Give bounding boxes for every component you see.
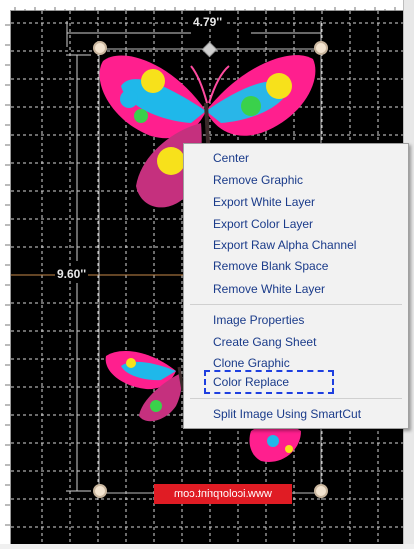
resize-handle-top-right[interactable] xyxy=(314,41,328,55)
menu-item-remove-graphic[interactable]: Remove Graphic xyxy=(213,170,303,190)
menu-item-split-image-smartcut[interactable]: Split Image Using SmartCut xyxy=(213,404,361,424)
left-ruler xyxy=(0,10,11,544)
top-ruler xyxy=(0,0,414,13)
menu-item-create-gang-sheet[interactable]: Create Gang Sheet xyxy=(213,332,316,352)
menu-separator xyxy=(190,304,402,305)
menu-item-export-raw-alpha[interactable]: Export Raw Alpha Channel xyxy=(213,235,356,255)
height-dimension-label: 9.60'' xyxy=(55,267,89,281)
menu-item-remove-blank-space[interactable]: Remove Blank Space xyxy=(213,256,328,276)
menu-item-remove-white-layer[interactable]: Remove White Layer xyxy=(213,279,325,299)
watermark-label: www.icolorprint.com xyxy=(154,484,292,504)
context-menu: Center Remove Graphic Export White Layer… xyxy=(183,143,409,429)
resize-handle-top-left[interactable] xyxy=(93,41,107,55)
menu-item-export-white-layer[interactable]: Export White Layer xyxy=(213,192,315,212)
watermark-text: www.icolorprint.com xyxy=(174,488,272,500)
menu-separator xyxy=(190,398,402,399)
width-dimension-label: 4.79'' xyxy=(191,15,225,29)
menu-item-export-color-layer[interactable]: Export Color Layer xyxy=(213,214,313,234)
menu-item-color-replace[interactable]: Color Replace xyxy=(213,372,289,392)
menu-item-image-properties[interactable]: Image Properties xyxy=(213,310,304,330)
resize-handle-bottom-left[interactable] xyxy=(93,484,107,498)
resize-handle-bottom-right[interactable] xyxy=(314,484,328,498)
menu-item-center[interactable]: Center xyxy=(213,148,249,168)
